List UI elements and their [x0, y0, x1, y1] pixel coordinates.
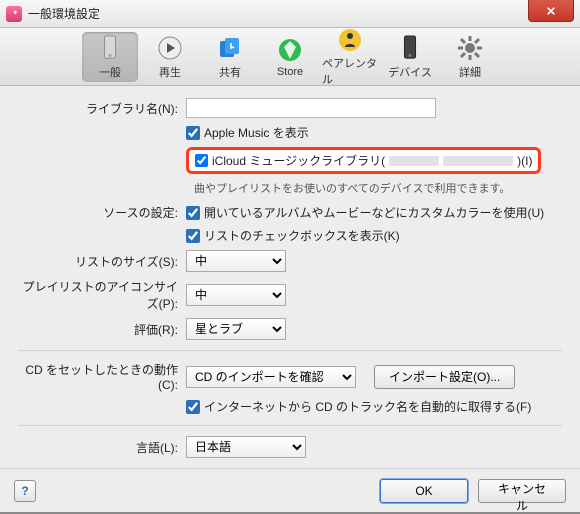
- checkbox-input[interactable]: [186, 229, 200, 243]
- checkbox-label: リストのチェックボックスを表示(K): [204, 227, 400, 244]
- preferences-window: 一般環境設定 一般 再生 共有: [0, 0, 580, 512]
- general-icon: [96, 34, 124, 62]
- tab-label: 再生: [159, 64, 181, 80]
- checkbox-input[interactable]: [186, 400, 200, 414]
- tab-parental[interactable]: ペアレンタル: [322, 32, 378, 82]
- icloud-note: 曲やプレイリストをお使いのすべてのデバイスで利用できます。: [194, 180, 562, 196]
- playlist-icon-select[interactable]: 中: [186, 284, 286, 306]
- checkbox-label: 開いているアルバムやムービーなどにカスタムカラーを使用(U): [204, 204, 544, 221]
- content-area: 一般 再生 共有 Store: [0, 28, 580, 512]
- store-icon: [276, 36, 304, 64]
- tab-label: 詳細: [459, 64, 481, 80]
- checkbox-label: インターネットから CD のトラック名を自動的に取得する(F): [204, 398, 531, 415]
- help-button[interactable]: ?: [14, 480, 36, 502]
- general-panel: ライブラリ名(N): Apple Music を表示 iCloud ミュージック…: [0, 86, 580, 468]
- list-size-select[interactable]: 中: [186, 250, 286, 272]
- cd-insert-select[interactable]: CD のインポートを確認: [186, 366, 356, 388]
- window-title: 一般環境設定: [28, 5, 100, 22]
- rating-select[interactable]: 星とラブ: [186, 318, 286, 340]
- checkbox-label: Apple Music を表示: [204, 124, 309, 141]
- tab-toolbar: 一般 再生 共有 Store: [0, 28, 580, 86]
- footer: ? OK キャンセル: [0, 468, 580, 512]
- ok-button[interactable]: OK: [380, 479, 468, 503]
- cd-insert-label: CD をセットしたときの動作(C):: [18, 361, 186, 392]
- tab-label: Store: [277, 66, 303, 78]
- tab-store[interactable]: Store: [262, 32, 318, 82]
- redacted-text: [443, 156, 513, 166]
- language-select[interactable]: 日本語: [186, 436, 306, 458]
- tab-label: ペアレンタル: [322, 55, 378, 87]
- icloud-music-library-checkbox[interactable]: [195, 154, 208, 167]
- separator: [18, 350, 562, 351]
- tab-label: 共有: [219, 64, 241, 80]
- tab-general[interactable]: 一般: [82, 32, 138, 82]
- tab-label: 一般: [99, 64, 121, 80]
- show-apple-music-checkbox[interactable]: Apple Music を表示: [186, 124, 309, 141]
- import-settings-button[interactable]: インポート設定(O)...: [374, 365, 515, 389]
- playlist-icon-label: プレイリストのアイコンサイズ(P):: [18, 278, 186, 312]
- parental-icon: [336, 27, 364, 53]
- cancel-button[interactable]: キャンセル: [478, 479, 566, 503]
- tab-devices[interactable]: デバイス: [382, 32, 438, 82]
- checkbox-input[interactable]: [186, 206, 200, 220]
- tab-advanced[interactable]: 詳細: [442, 32, 498, 82]
- close-icon: [546, 6, 556, 16]
- auto-tracknames-checkbox[interactable]: インターネットから CD のトラック名を自動的に取得する(F): [186, 398, 531, 415]
- library-name-label: ライブラリ名(N):: [18, 100, 186, 117]
- list-checkbox-checkbox[interactable]: リストのチェックボックスを表示(K): [186, 227, 400, 244]
- language-label: 言語(L):: [18, 439, 186, 456]
- sharing-icon: [216, 34, 244, 62]
- devices-icon: [396, 34, 424, 62]
- advanced-icon: [456, 34, 484, 62]
- library-name-input[interactable]: [186, 98, 436, 118]
- icloud-music-library-highlight: iCloud ミュージックライブラリ( )(I): [186, 147, 541, 174]
- tab-sharing[interactable]: 共有: [202, 32, 258, 82]
- close-button[interactable]: [528, 0, 574, 22]
- custom-color-checkbox[interactable]: 開いているアルバムやムービーなどにカスタムカラーを使用(U): [186, 204, 544, 221]
- app-icon: [6, 6, 22, 22]
- tab-label: デバイス: [388, 64, 432, 80]
- redacted-text: [389, 156, 439, 166]
- icloud-label-prefix: iCloud ミュージックライブラリ(: [212, 152, 385, 169]
- titlebar: 一般環境設定: [0, 0, 580, 28]
- playback-icon: [156, 34, 184, 62]
- list-size-label: リストのサイズ(S):: [18, 253, 186, 270]
- source-settings-label: ソースの設定:: [18, 204, 186, 221]
- rating-label: 評価(R):: [18, 321, 186, 338]
- separator: [18, 425, 562, 426]
- tab-playback[interactable]: 再生: [142, 32, 198, 82]
- checkbox-input[interactable]: [186, 126, 200, 140]
- icloud-label-suffix: )(I): [517, 154, 532, 168]
